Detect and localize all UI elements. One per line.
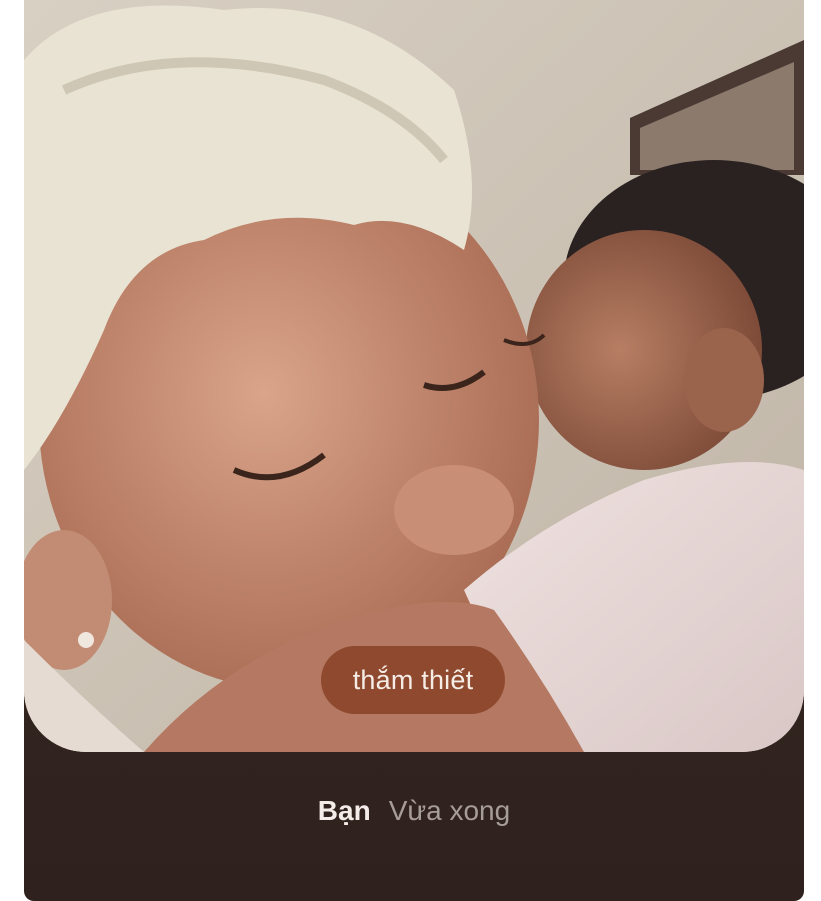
sender-name[interactable]: Bạn [318,795,371,826]
timestamp: Vừa xong [388,795,511,826]
post-meta: Bạn Vừa xong [24,785,804,837]
caption-pill: thắm thiết [321,646,505,714]
shared-photo[interactable]: thắm thiết [24,0,804,752]
photo-card[interactable]: thắm thiết Bạn Vừa xong [24,0,804,901]
app-screen: thắm thiết Bạn Vừa xong [0,0,821,901]
photo-image [24,0,804,752]
